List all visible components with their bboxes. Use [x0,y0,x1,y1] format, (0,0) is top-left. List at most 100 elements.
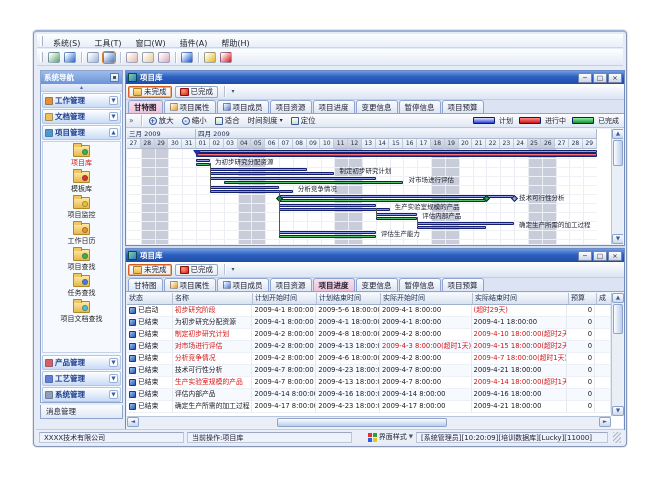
gantt-bar-plan[interactable] [210,186,279,189]
menu-item[interactable]: 插件(A) [173,38,215,49]
table-row[interactable]: 已结束制定初步研究计划2009-4-2 8:00:002009-4-8 18:0… [127,329,611,341]
gantt-bar-completed[interactable] [196,163,210,166]
maximize-button[interactable]: □ [593,73,607,83]
table-row[interactable]: 已结束评估内部产品2009-4-14 8:00:002009-4-16 18:0… [127,389,611,401]
tool-zoom-out-icon[interactable]: -缩小 [178,115,211,127]
menu-grip[interactable] [40,36,43,46]
resize-grip[interactable] [613,432,621,443]
table-row[interactable]: 已结束对市场进行评估2009-4-2 8:00:002009-4-13 18:0… [127,341,611,353]
tool-fit-icon[interactable]: 适合 [211,115,244,127]
sidebar-item-entry[interactable]: 项目查找 [43,249,120,272]
column-header[interactable]: 计划结束时间 [317,293,381,305]
sidebar-section[interactable]: 文档管理▼ [42,109,121,124]
scroll-down-icon[interactable]: ▼ [612,406,624,416]
ui-style-selector[interactable]: 界面样式 ▼ [368,432,413,442]
column-header[interactable]: 名称 [173,293,253,305]
form-edit-icon[interactable] [142,52,154,63]
filter-button[interactable]: 已完成 [175,264,219,276]
minimize-button[interactable]: ─ [578,251,592,261]
close-button[interactable]: × [608,251,622,261]
tab[interactable]: 项目属性 [164,100,216,113]
sidebar-item-entry[interactable]: 项目文档查找 [43,301,120,324]
gantt-bar-completed[interactable] [210,172,334,175]
scroll-left-icon[interactable]: ◄ [127,417,139,427]
gantt-bar-plan[interactable] [417,222,514,225]
table-row[interactable]: 已结束生产实验室规模的产品2009-4-7 8:00:002009-4-13 1… [127,377,611,389]
sidebar-item-entry[interactable]: 任务查找 [43,275,120,298]
tab[interactable]: 暂停信息 [399,100,441,113]
tab[interactable]: 项目进度 [313,100,355,113]
sidebar-item-selected[interactable]: 项目库 [43,145,120,168]
help-icon[interactable] [181,52,193,63]
chevron-down-icon[interactable]: ▼ [109,374,118,383]
tab[interactable]: 项目进度 [313,278,355,291]
filter-button[interactable]: 未完成 [128,86,172,98]
tab[interactable]: 项目资源 [270,278,312,291]
chevron-down-icon[interactable]: ▼ [109,112,118,121]
gantt-vertical-scrollbar[interactable]: ▲ ▼ [611,129,623,244]
filter-button[interactable]: 已完成 [175,86,219,98]
sidebar-section[interactable]: 工作管理▼ [42,93,121,108]
gantt-bar-plan[interactable] [210,177,376,180]
chevron-down-icon[interactable]: ▾ [228,88,238,95]
filter-button[interactable]: 未完成 [128,264,172,276]
pin-icon[interactable]: ▪ [110,73,119,82]
sidebar-section[interactable]: 项目管理▲ [42,125,121,140]
scroll-up-icon[interactable]: ▲ [612,129,623,139]
gantt-bar-completed[interactable] [279,208,390,211]
tab[interactable]: 项目属性 [164,278,216,291]
chevron-down-icon[interactable]: ▼ [109,96,118,105]
gantt-bar-plan[interactable] [279,195,514,198]
tab[interactable]: 暂停信息 [399,278,441,291]
tab[interactable]: 甘特图 [128,278,163,291]
tab[interactable]: 甘特图 [128,100,163,113]
gantt-bar-completed[interactable] [417,226,486,229]
gantt-bar-plan[interactable] [279,204,376,207]
folder-closed-icon[interactable] [87,52,99,63]
sidebar-item-entry[interactable]: 项目监控 [43,197,120,220]
chevron-up-icon[interactable]: ▲ [109,128,118,137]
sidebar-section[interactable]: 系统管理▼ [42,387,121,402]
tab[interactable]: 项目资源 [270,100,312,113]
globe-icon[interactable] [64,52,76,63]
scrollbar-thumb[interactable] [277,418,447,427]
tab[interactable]: 变更信息 [356,100,398,113]
menu-item[interactable]: 工具(T) [87,38,128,49]
table-row[interactable]: 已结束确定生产所需的加工过程2009-4-17 8:00:002009-4-23… [127,401,611,413]
close-button[interactable]: × [608,73,622,83]
menu-item[interactable]: 帮助(H) [214,38,256,49]
sidebar-collapse-strip[interactable]: ▴ [41,84,122,92]
gantt-bar-completed[interactable] [279,199,486,202]
gantt-bar-plan[interactable] [376,213,417,216]
tool-zoom-in-icon[interactable]: +放大 [145,115,178,127]
chevron-down-icon[interactable]: ▼ [109,358,118,367]
gantt-bar-completed[interactable] [279,235,376,238]
tool-time-scale-button[interactable]: 时间刻度▾ [244,115,287,127]
table-row[interactable]: 已结束分析竞争情况2009-4-2 8:00:002009-4-6 18:00:… [127,353,611,365]
exit-icon[interactable] [220,52,232,63]
scrollbar-thumb[interactable] [613,140,623,166]
form-new-icon[interactable] [126,52,138,63]
tab[interactable]: 项目预算 [442,278,484,291]
menu-item[interactable]: 窗口(W) [128,38,172,49]
gantt-bar-plan[interactable] [196,159,210,162]
sidebar-section[interactable]: 产品管理▼ [42,355,121,370]
menu-item[interactable]: 系统(S) [46,38,87,49]
lock-icon[interactable] [204,52,216,63]
column-header[interactable]: 状态 [127,293,173,305]
tab[interactable]: 项目预算 [442,100,484,113]
gantt-bar-plan[interactable] [210,168,307,171]
table-row[interactable]: 已结束为初步研究分配资源2009-4-1 8:00:002009-4-1 18:… [127,317,611,329]
sidebar-item-entry[interactable]: 工作日历 [43,223,120,246]
chevron-down-icon[interactable]: ▼ [109,390,118,399]
toolbar-overflow-chevron[interactable]: » [129,116,134,125]
tab[interactable]: 项目成员 [217,278,269,291]
maximize-button[interactable]: □ [593,251,607,261]
folder-window-icon[interactable] [103,52,115,63]
table-horizontal-scrollbar[interactable]: ◄ ► [127,416,611,428]
column-header[interactable]: 预算 [569,293,597,305]
sidebar-item-entry[interactable]: 模板库 [43,171,120,194]
gantt-bar-completed[interactable] [224,181,404,184]
table-row[interactable]: 已启动初步研究阶段2009-4-1 8:00:002009-5-6 18:00:… [127,305,611,317]
gantt-bar-inprogress[interactable] [196,153,597,157]
